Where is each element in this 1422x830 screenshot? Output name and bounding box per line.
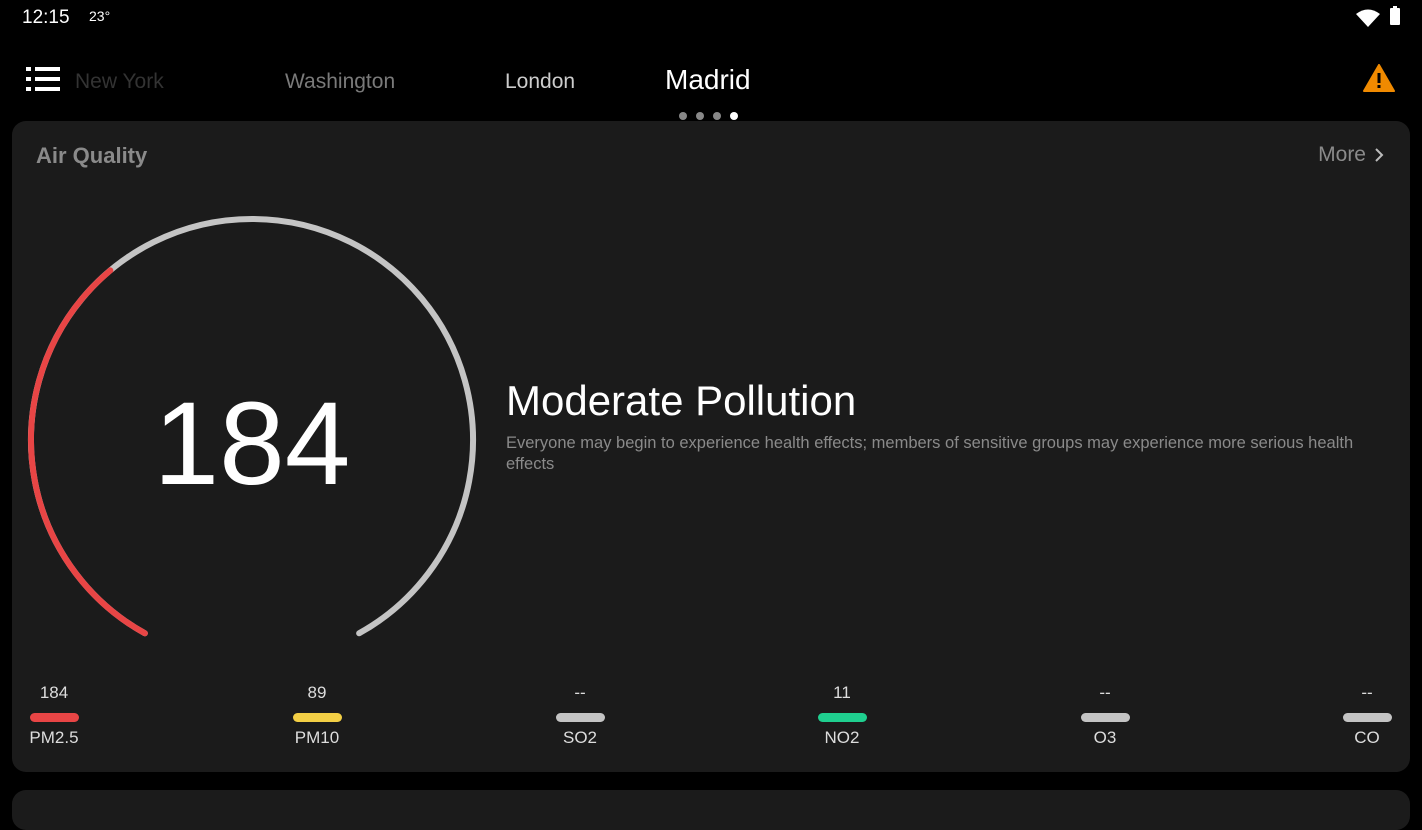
pollutant-name: NO2 [824, 728, 860, 747]
pollution-level: Moderate Pollution [506, 377, 857, 424]
city-tabs: New York Washington London Madrid [60, 58, 1350, 108]
wifi-icon [1356, 9, 1380, 27]
more-label: More [1318, 143, 1366, 166]
chevron-right-icon [1375, 148, 1384, 162]
tab-london[interactable]: London [505, 70, 575, 94]
tab-madrid[interactable]: Madrid [665, 64, 751, 96]
pollutant-so2: -- SO2 [535, 683, 625, 748]
list-icon[interactable] [26, 66, 60, 92]
pollutant-name: O3 [1093, 728, 1117, 747]
pollutant-level-bar [1342, 713, 1392, 722]
pollutant-value: -- [1361, 683, 1373, 702]
pollutant-level-bar [817, 713, 867, 722]
pollutant-o3: -- O3 [1060, 683, 1150, 748]
pollutant-level-bar [555, 713, 605, 722]
pollution-description: Everyone may begin to experience health … [506, 434, 1354, 473]
pollutant-name: SO2 [562, 728, 598, 747]
pollutant-value: -- [1099, 683, 1111, 702]
page-dot-active [730, 112, 738, 120]
pollutant-level-bar [1080, 713, 1130, 722]
tab-new-york[interactable]: New York [75, 70, 164, 94]
battery-icon [1390, 6, 1400, 25]
page-dot [713, 112, 721, 120]
page-dot [679, 112, 687, 120]
air-quality-card: Air Quality More 184 Moderate Pollution … [12, 121, 1410, 772]
pollutant-value: 89 [307, 683, 327, 702]
status-temperature: 23° [89, 8, 111, 24]
status-bar: 12:15 23° [0, 0, 1422, 40]
pollutant-co: -- CO [1322, 683, 1412, 748]
pollutant-value: 184 [39, 683, 69, 702]
next-card [12, 790, 1410, 830]
pollutant-no2: 11 NO2 [797, 683, 887, 748]
pollutant-pm10: 89 PM10 [272, 683, 362, 748]
page-dot [696, 112, 704, 120]
pollutant-name: CO [1354, 728, 1380, 747]
pollutant-value: 11 [833, 683, 851, 702]
pollutant-level-bar [292, 713, 342, 722]
pollutant-name: PM10 [294, 728, 340, 747]
more-button[interactable]: More [1318, 143, 1384, 167]
warning-icon[interactable] [1363, 64, 1395, 92]
pollutant-level-bar [29, 713, 79, 722]
pollutant-name: PM2.5 [29, 728, 79, 747]
pollutant-value: -- [574, 683, 586, 702]
status-time: 12:15 [22, 7, 70, 28]
pollutant-pm25: 184 PM2.5 [9, 683, 99, 748]
tab-washington[interactable]: Washington [285, 70, 395, 94]
aqi-value: 184 [153, 378, 351, 510]
